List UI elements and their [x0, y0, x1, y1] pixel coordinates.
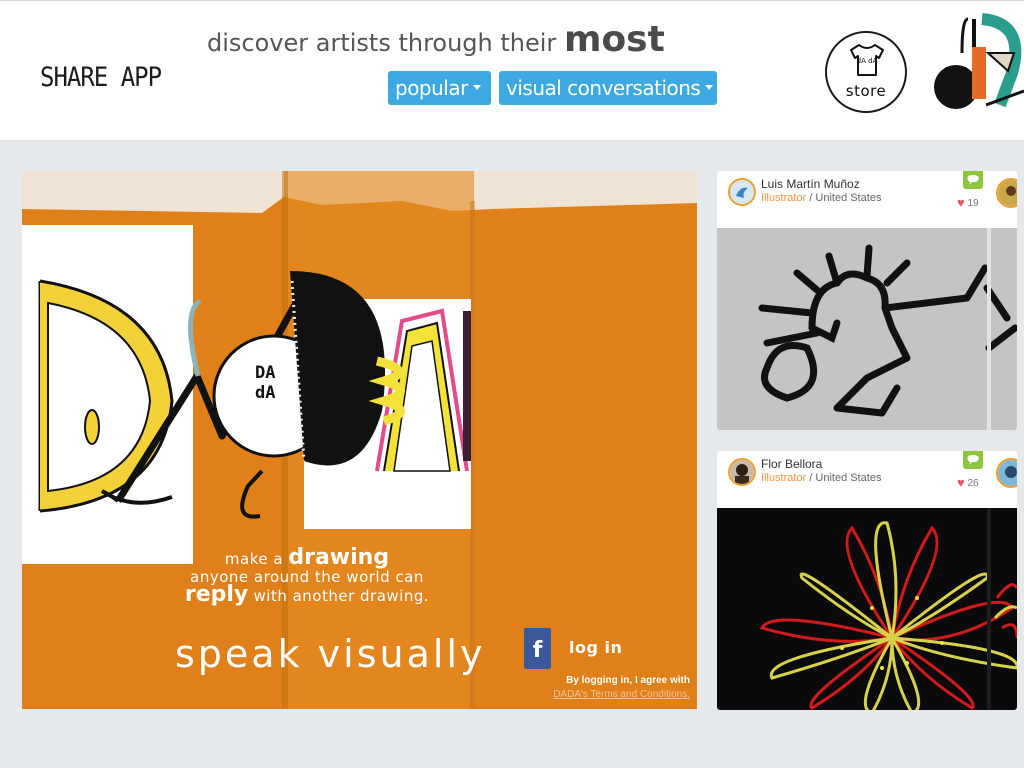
user-meta: Illustrator / United States: [761, 472, 881, 484]
hero-artwork-letters: DA dA: [255, 363, 275, 403]
card-header: Flor Bellora Illustrator / United States…: [717, 451, 1017, 508]
user-name[interactable]: Luis Martín Muñoz: [761, 177, 860, 191]
dada-logo[interactable]: [928, 13, 1024, 113]
hero-headline: speak visually: [175, 632, 486, 676]
user-location: United States: [815, 192, 882, 204]
tagline-text: discover artists through their: [207, 29, 564, 57]
reply-badge[interactable]: [963, 171, 983, 189]
drawing-thumbnail[interactable]: [717, 228, 1017, 430]
hero-line-3: reply with another drawing.: [22, 584, 592, 606]
heart-icon: ♥: [957, 195, 965, 210]
login-button[interactable]: log in: [569, 638, 622, 657]
like-count[interactable]: ♥ 19: [957, 195, 979, 210]
like-count-value: 19: [967, 198, 979, 209]
site-header: SHARE APP discover artists through their…: [0, 0, 1024, 141]
card-header: Luis Martín Muñoz Illustrator / United S…: [717, 171, 1017, 228]
avatar[interactable]: [728, 178, 756, 206]
user-location: United States: [815, 472, 882, 484]
drawing-thumbnail-icon: [758, 244, 1017, 417]
drawing-thumbnail[interactable]: [717, 508, 1017, 710]
share-app-logo[interactable]: SHARE APP: [40, 62, 162, 93]
hero-artwork: [22, 171, 697, 709]
avatar[interactable]: [728, 458, 756, 486]
speech-bubble-icon: [967, 455, 979, 465]
terms-text: By logging in, I agree with: [566, 675, 690, 686]
avatar[interactable]: [996, 458, 1017, 488]
tagline-emphasis: most: [563, 19, 665, 60]
heart-icon: ♥: [957, 475, 965, 490]
chevron-down-icon: [705, 85, 714, 90]
user-role: Illustrator: [761, 472, 807, 484]
tagline: discover artists through their most: [207, 19, 665, 60]
terms-link[interactable]: DADA's Terms and Conditions.: [492, 688, 690, 702]
user-role: Illustrator: [761, 192, 807, 204]
store-badge-text: dA dA: [857, 57, 878, 65]
avatar-image-icon: [998, 180, 1017, 206]
avatar-image-icon: [998, 460, 1017, 486]
visual-conversations-dropdown-label: visual conversations: [506, 76, 701, 100]
popular-dropdown[interactable]: popular: [388, 71, 491, 105]
chevron-down-icon: [472, 85, 481, 90]
hero-line-1-text: make a: [224, 550, 289, 568]
hero-line-1-emphasis: drawing: [288, 545, 390, 570]
drawing-card[interactable]: Flor Bellora Illustrator / United States…: [717, 451, 1017, 710]
drawing-card[interactable]: Luis Martín Muñoz Illustrator / United S…: [717, 171, 1017, 430]
user-name[interactable]: Flor Bellora: [761, 457, 822, 471]
speech-bubble-icon: [967, 175, 979, 185]
avatar[interactable]: [996, 178, 1017, 208]
artwork-letter-line: dA: [255, 383, 276, 403]
avatar-image-icon: [730, 180, 754, 204]
hero-line-3-emphasis: reply: [184, 582, 249, 607]
facebook-icon[interactable]: f: [524, 628, 551, 669]
visual-conversations-dropdown[interactable]: visual conversations: [499, 71, 717, 105]
like-count-value: 26: [967, 478, 979, 489]
hero-banner: DA dA make a drawing anyone around the w…: [22, 171, 697, 709]
thumbnail-divider: [987, 508, 991, 710]
hero-line-1: make a drawing: [22, 547, 592, 569]
thumbnail-divider: [987, 228, 991, 430]
user-meta: Illustrator / United States: [761, 192, 881, 204]
hero-description: make a drawing anyone around the world c…: [22, 547, 592, 606]
store-label: store: [845, 82, 887, 100]
avatar-image-icon: [730, 460, 754, 484]
drawing-thumbnail-icon: [759, 521, 1017, 710]
tshirt-icon: dA dA: [850, 44, 884, 76]
terms-notice: By logging in, I agree with DADA's Terms…: [492, 674, 690, 702]
artwork-letter-line: DA: [255, 363, 276, 383]
store-button[interactable]: dA dA store: [825, 31, 907, 113]
reply-badge[interactable]: [963, 451, 983, 469]
hero-line-2: anyone around the world can: [190, 568, 424, 586]
like-count[interactable]: ♥ 26: [957, 475, 979, 490]
popular-dropdown-label: popular: [395, 76, 468, 100]
hero-line-3-text: with another drawing.: [248, 587, 430, 605]
